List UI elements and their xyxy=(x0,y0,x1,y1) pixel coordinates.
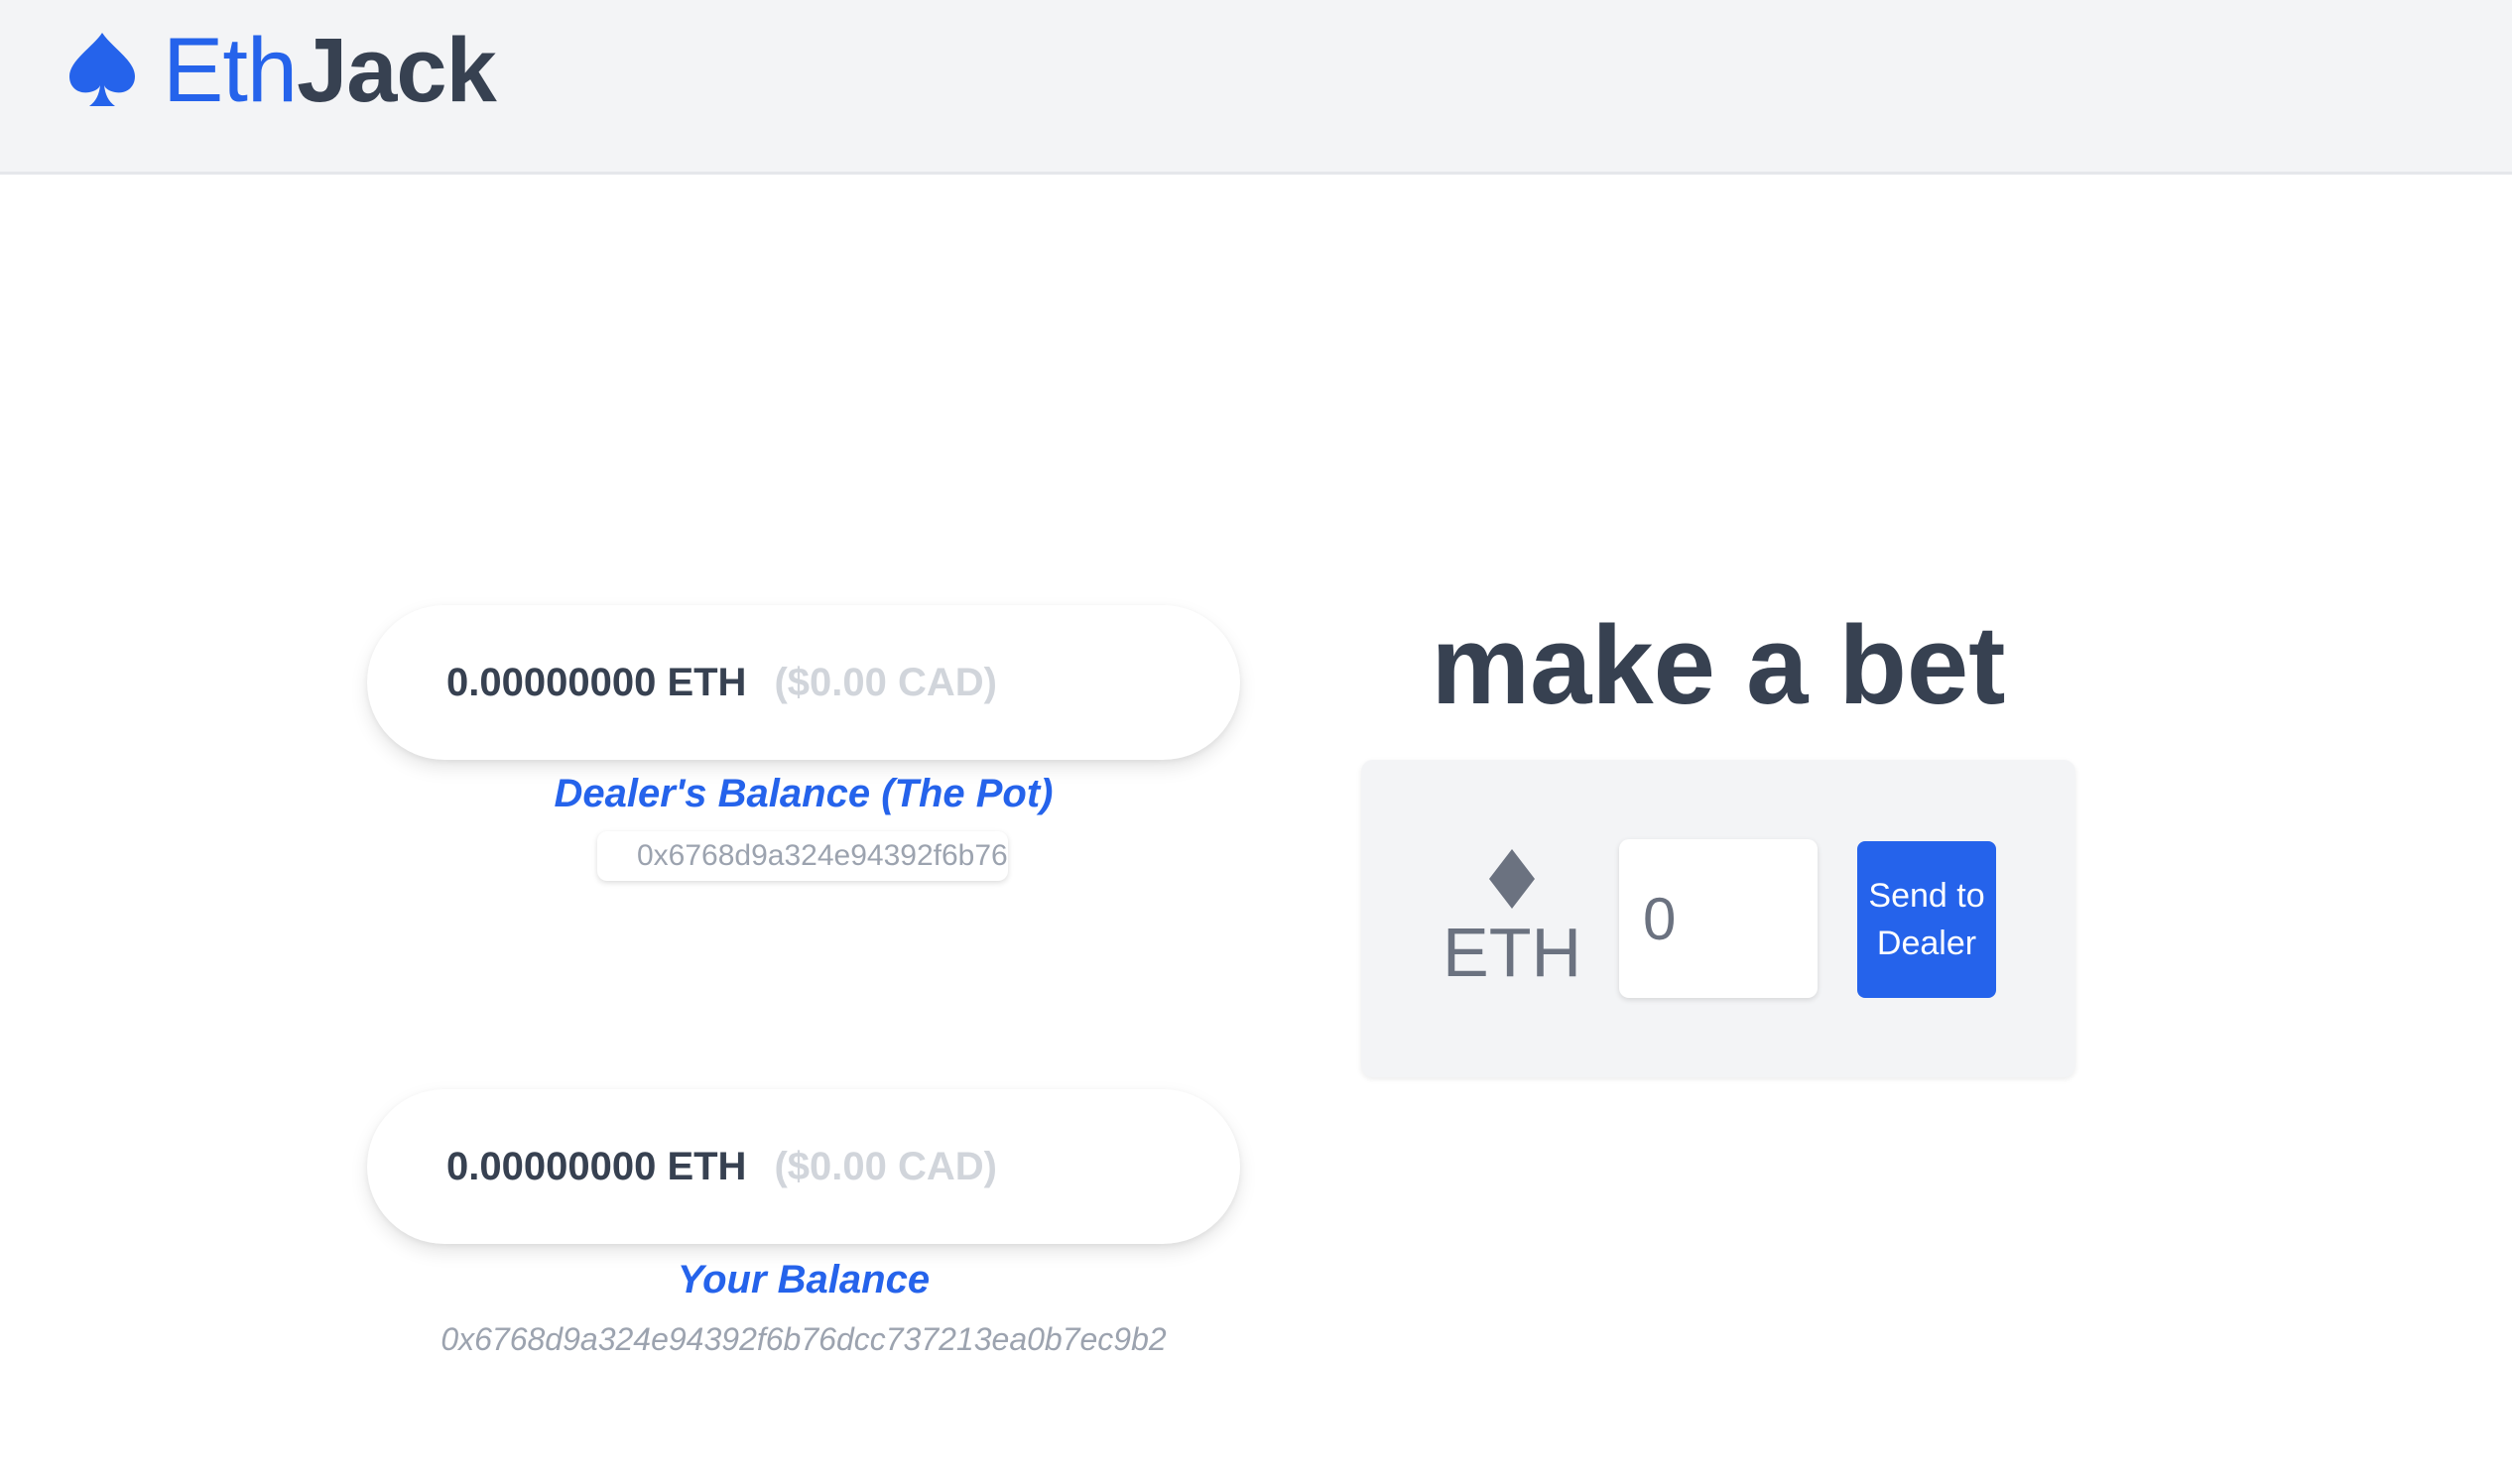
bet-panel: ETH Send to Dealer xyxy=(1361,760,2075,1077)
brand-logo[interactable]: EthJack xyxy=(65,16,497,125)
send-to-dealer-button[interactable]: Send to Dealer xyxy=(1857,841,1996,998)
currency-label: ETH xyxy=(1443,914,1581,991)
brand-name: EthJack xyxy=(163,16,497,125)
top-navbar: EthJack xyxy=(0,0,2512,175)
player-balance-card: 0.00000000 ETH ($0.00 CAD) xyxy=(367,1089,1240,1244)
brand-name-eth: Eth xyxy=(163,20,298,121)
dealer-fiat-amount: ($0.00 CAD) xyxy=(774,660,997,704)
bet-title: make a bet xyxy=(1431,603,2006,727)
dealer-address[interactable]: 0x6768d9a324e94392f6b76dcc737213ea0b7ec9… xyxy=(597,831,1008,881)
player-address: 0x6768d9a324e94392f6b76dcc737213ea0b7ec9… xyxy=(440,1321,1167,1357)
currency-indicator: ETH xyxy=(1443,849,1581,992)
player-eth-amount: 0.00000000 ETH xyxy=(446,1144,747,1188)
dealer-balance-label: Dealer's Balance (The Pot) xyxy=(554,772,1054,815)
bet-amount-input[interactable] xyxy=(1619,839,1818,998)
player-fiat-amount: ($0.00 CAD) xyxy=(774,1144,997,1188)
eth-diamond-icon xyxy=(1489,849,1535,909)
spade-icon xyxy=(69,33,135,106)
brand-name-jack: Jack xyxy=(297,20,497,121)
dealer-eth-amount: 0.00000000 ETH xyxy=(446,660,747,704)
player-balance-label: Your Balance xyxy=(677,1258,931,1301)
dealer-balance-card: 0.00000000 ETH ($0.00 CAD) xyxy=(367,605,1240,760)
